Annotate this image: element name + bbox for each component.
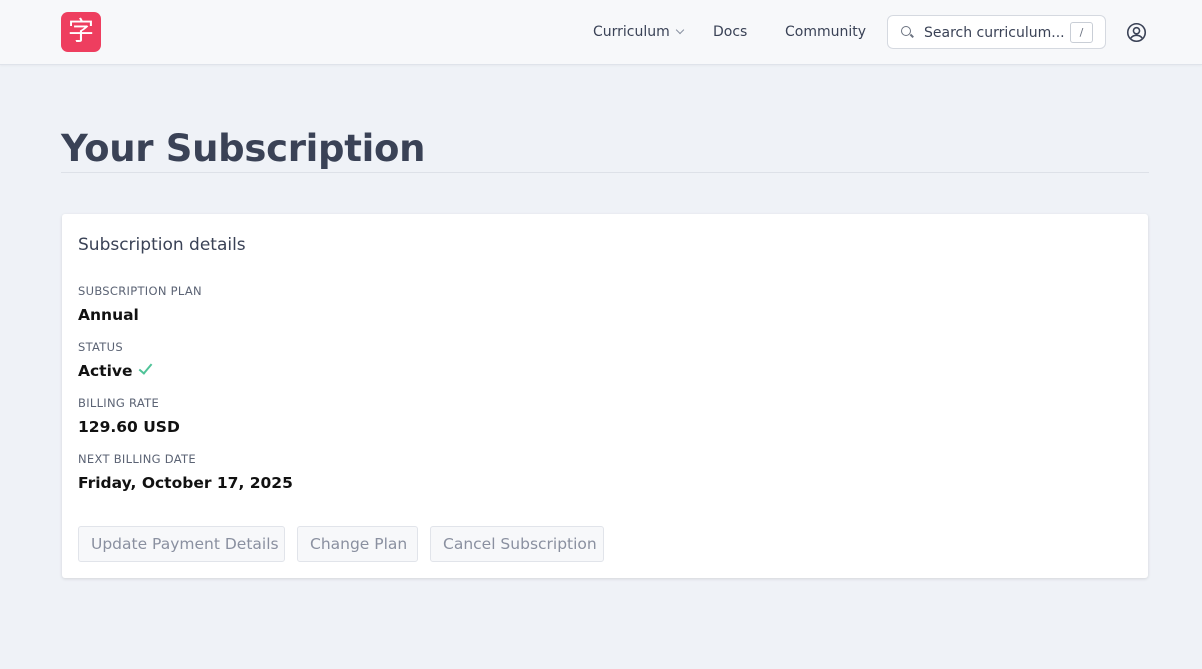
title-divider bbox=[61, 172, 1149, 173]
nav-docs[interactable]: Docs bbox=[713, 22, 747, 42]
page-title: Your Subscription bbox=[61, 127, 426, 170]
chevron-down-icon bbox=[675, 25, 685, 35]
subscription-plan-value: Annual bbox=[78, 306, 139, 324]
update-payment-details-button[interactable]: Update Payment Details bbox=[78, 526, 285, 562]
search-placeholder: Search curriculum... bbox=[924, 25, 1065, 41]
change-plan-button[interactable]: Change Plan bbox=[297, 526, 418, 562]
nav-curriculum[interactable]: Curriculum bbox=[593, 22, 685, 42]
nav-curriculum-label: Curriculum bbox=[593, 24, 670, 40]
status-value: Active bbox=[78, 360, 152, 382]
logo[interactable]: 字 bbox=[61, 12, 101, 52]
billing-rate-label: BILLING RATE bbox=[78, 396, 160, 410]
status-label: STATUS bbox=[78, 340, 123, 354]
subscription-details-card: Subscription details SUBSCRIPTION PLAN A… bbox=[62, 214, 1148, 578]
next-billing-date-value: Friday, October 17, 2025 bbox=[78, 474, 293, 492]
user-circle-icon[interactable] bbox=[1126, 22, 1147, 43]
nav-community[interactable]: Community bbox=[785, 22, 866, 42]
search-icon bbox=[901, 26, 911, 36]
status-text: Active bbox=[78, 362, 133, 380]
billing-rate-value: 129.60 USD bbox=[78, 418, 180, 436]
next-billing-date-label: NEXT BILLING DATE bbox=[78, 452, 196, 466]
search-input[interactable]: Search curriculum... / bbox=[887, 15, 1106, 49]
subscription-plan-label: SUBSCRIPTION PLAN bbox=[78, 284, 202, 298]
top-navbar: 字 Curriculum Docs Community Search curri… bbox=[0, 0, 1202, 65]
cancel-subscription-button[interactable]: Cancel Subscription bbox=[430, 526, 604, 562]
check-icon bbox=[138, 360, 152, 375]
card-title: Subscription details bbox=[78, 235, 246, 255]
search-shortcut-key: / bbox=[1070, 22, 1093, 43]
